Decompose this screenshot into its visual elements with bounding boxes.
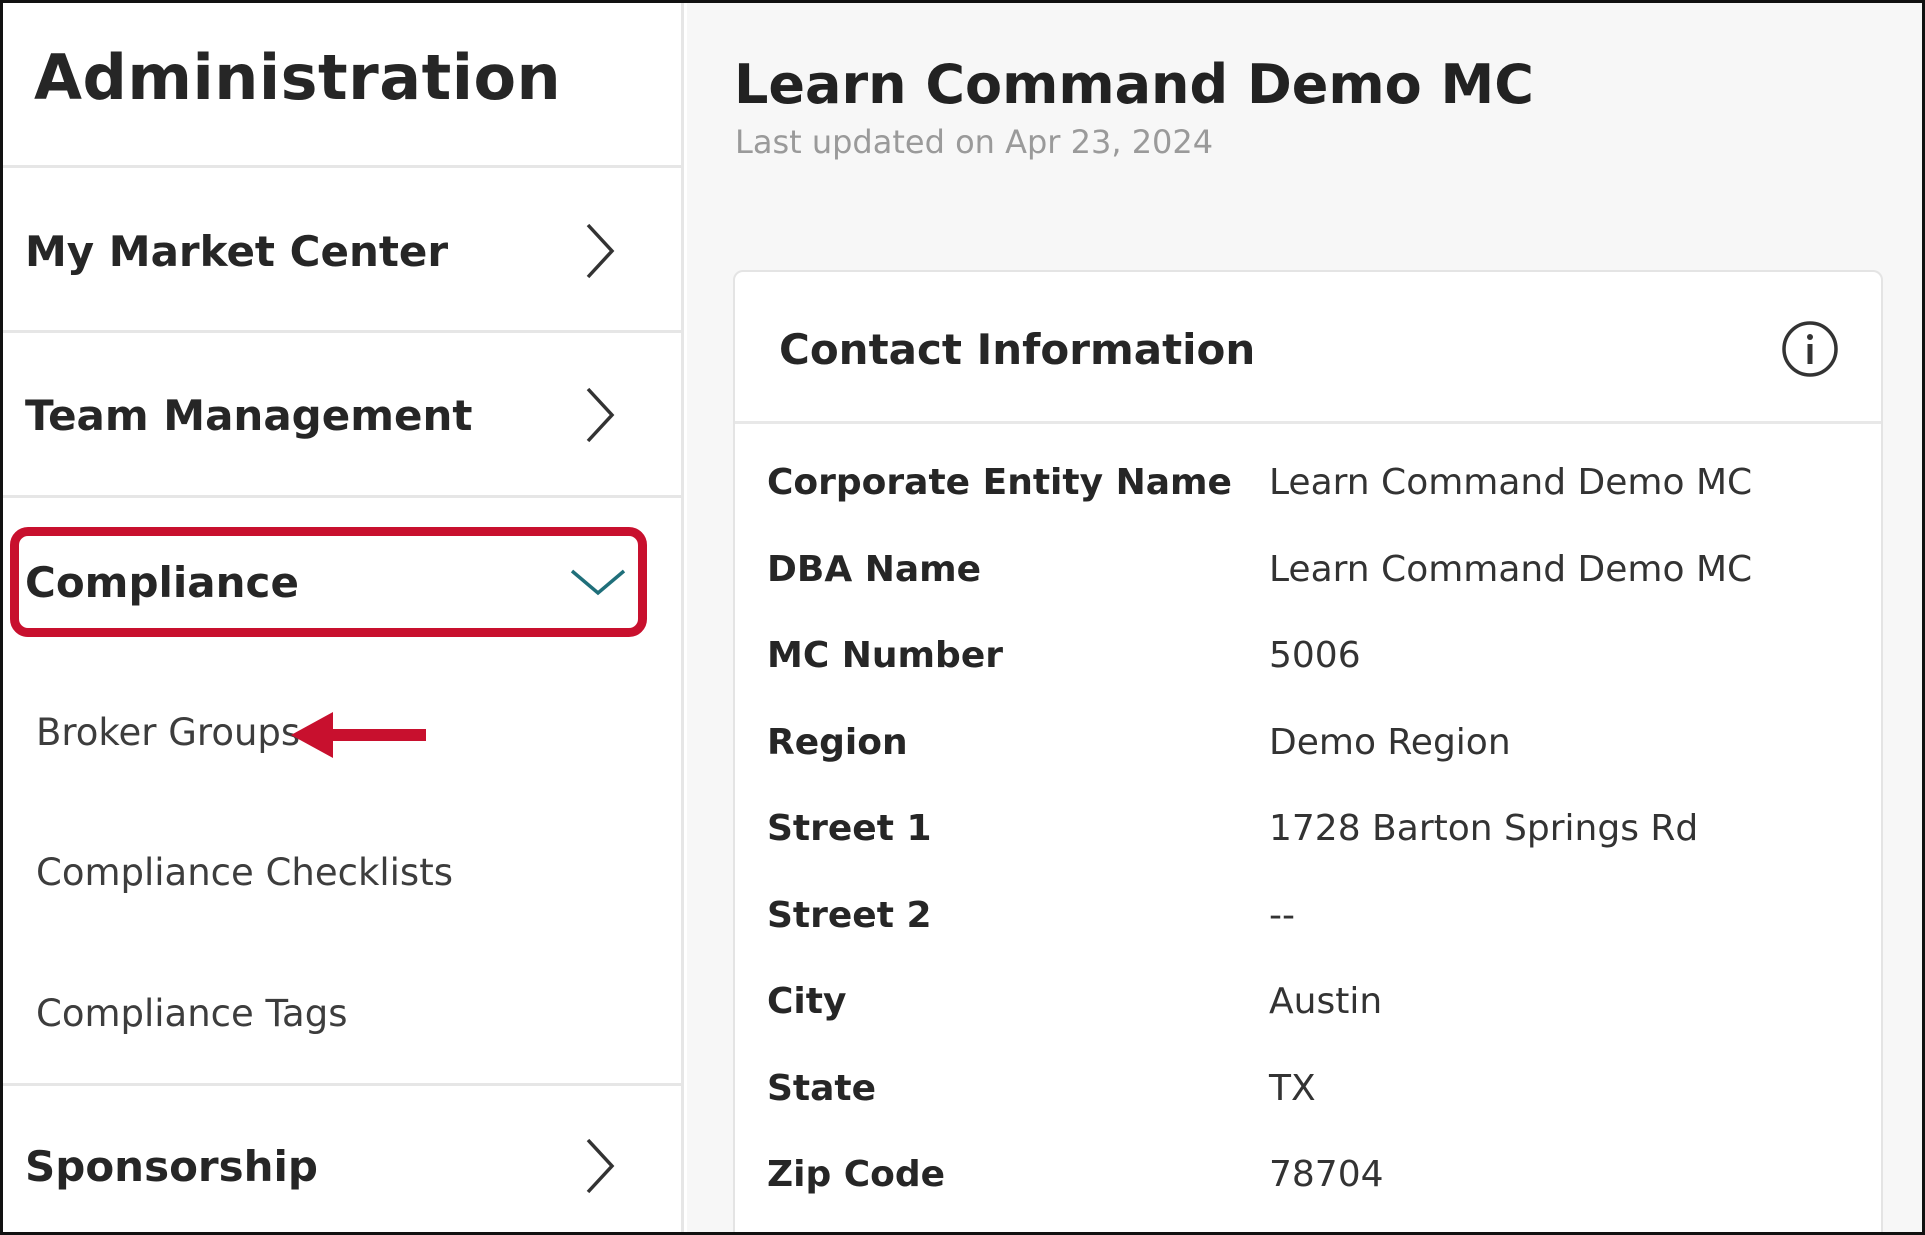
info-icon[interactable] [1781,320,1839,378]
sidebar-subitem-compliance-tags[interactable]: Compliance Tags [36,992,347,1035]
red-arrow-icon [291,712,426,758]
field-label-dba-name: DBA Name [767,549,982,590]
field-value-mc-number: 5006 [1269,635,1361,676]
sidebar-item-label: Compliance [25,557,299,607]
field-value-zip-code: 78704 [1269,1154,1384,1195]
field-value-region: Demo Region [1269,722,1511,763]
field-label-region: Region [767,722,908,763]
sidebar-title: Administration [34,41,562,114]
sidebar-item-label: My Market Center [25,226,449,276]
contact-information-card: Contact Information Corporate Entity Nam… [733,270,1883,1232]
chevron-down-icon [570,569,626,596]
field-label-street-1: Street 1 [767,808,932,849]
field-label-mc-number: MC Number [767,635,1003,676]
field-value-state: TX [1269,1068,1316,1109]
screenshot-frame: Administration My Market Center Team Man… [0,0,1925,1235]
field-label-city: City [767,981,847,1022]
last-updated-text: Last updated on Apr 23, 2024 [735,123,1214,161]
field-label-zip-code: Zip Code [767,1154,946,1195]
sidebar-item-compliance[interactable]: Compliance [3,502,684,662]
main-content: Learn Command Demo MC Last updated on Ap… [687,3,1922,1232]
field-value-street-2: -- [1269,895,1295,936]
sidebar-item-team-management[interactable]: Team Management [3,335,684,495]
chevron-right-icon [586,223,615,279]
field-value-dba-name: Learn Command Demo MC [1269,549,1753,590]
sidebar-divider [3,165,684,168]
field-label-state: State [767,1068,877,1109]
field-label-street-2: Street 2 [767,895,932,936]
card-header: Contact Information [735,272,1881,424]
admin-sidebar: Administration My Market Center Team Man… [3,3,684,1232]
sidebar-subitem-broker-groups[interactable]: Broker Groups [36,711,300,754]
sidebar-item-label: Sponsorship [25,1141,318,1191]
sidebar-item-label: Team Management [25,390,473,440]
sidebar-subitem-compliance-checklists[interactable]: Compliance Checklists [36,851,453,894]
field-label-corporate-entity-name: Corporate Entity Name [767,462,1232,503]
field-value-street-1: 1728 Barton Springs Rd [1269,808,1699,849]
sidebar-divider [3,495,684,498]
sidebar-divider [3,330,684,333]
sidebar-item-my-market-center[interactable]: My Market Center [3,171,684,331]
chevron-right-icon [586,387,615,443]
chevron-right-icon [586,1138,615,1194]
field-value-city: Austin [1269,981,1383,1022]
card-title: Contact Information [779,325,1256,374]
page-title: Learn Command Demo MC [734,53,1534,116]
sidebar-item-sponsorship[interactable]: Sponsorship [3,1086,684,1232]
field-value-corporate-entity-name: Learn Command Demo MC [1269,462,1753,503]
